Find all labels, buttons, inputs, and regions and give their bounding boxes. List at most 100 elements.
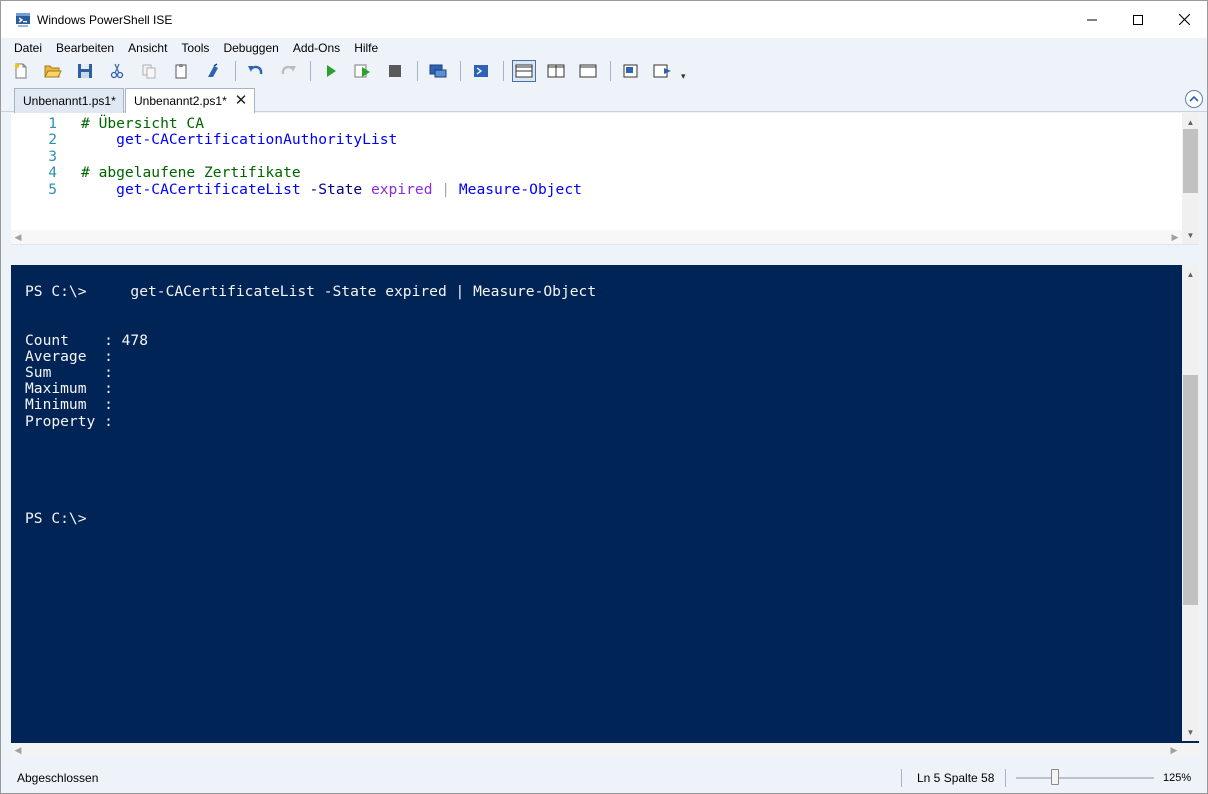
menu-datei[interactable]: Datei bbox=[7, 38, 49, 58]
status-state: Abgeschlossen bbox=[17, 771, 99, 785]
collapse-script-pane-button[interactable] bbox=[1185, 90, 1203, 108]
run-selection-icon bbox=[354, 64, 370, 78]
scroll-right-icon[interactable]: ▶ bbox=[1168, 230, 1182, 244]
console-output[interactable]: PS C:\> get-CACertificateList -State exp… bbox=[25, 283, 1175, 527]
cursor-position: Ln 5 Spalte 58 bbox=[917, 771, 995, 785]
minimize-button[interactable] bbox=[1069, 1, 1115, 38]
run-selection-button[interactable] bbox=[351, 60, 375, 82]
paste-icon bbox=[175, 64, 187, 79]
show-addon-button[interactable] bbox=[651, 60, 675, 82]
powershell-console-button[interactable] bbox=[469, 60, 493, 82]
pane-splitter[interactable] bbox=[11, 245, 1199, 265]
console-horizontal-scrollbar[interactable]: ◀ ▶ bbox=[11, 743, 1199, 757]
run-script-icon bbox=[327, 65, 336, 77]
code-token-cmd: get-CACertificationAuthorityList bbox=[116, 131, 398, 149]
close-icon bbox=[1178, 14, 1190, 25]
redo-icon bbox=[281, 65, 296, 75]
console-line: Property : bbox=[25, 412, 113, 430]
layout-max-button[interactable] bbox=[576, 60, 600, 82]
menu-hilfe[interactable]: Hilfe bbox=[347, 38, 385, 58]
close-window-button[interactable] bbox=[1161, 1, 1207, 38]
code-line[interactable]: 5 get-CACertificateList -State expired |… bbox=[11, 180, 1181, 198]
undo-icon bbox=[248, 65, 263, 75]
tab-unbenannt2[interactable]: Unbenannt2.ps1* ✕ bbox=[125, 88, 255, 113]
scroll-up-icon[interactable]: ▲ bbox=[1182, 115, 1199, 129]
script-code[interactable]: 1 # Übersicht CA 2 get-CACertificationAuth… bbox=[11, 115, 1181, 198]
stop-button[interactable] bbox=[383, 60, 407, 82]
menu-add-ons[interactable]: Add-Ons bbox=[286, 38, 347, 58]
code-token-cmd: get-CACertificateList bbox=[116, 180, 301, 198]
show-commands-button[interactable] bbox=[619, 60, 643, 82]
copy-button[interactable] bbox=[137, 60, 161, 82]
tab-label: Unbenannt1.ps1* bbox=[23, 94, 116, 108]
maximize-button[interactable] bbox=[1115, 1, 1161, 38]
code-line[interactable]: 3 bbox=[11, 148, 1181, 165]
powershell-ise-window: Windows PowerShell ISE Datei Bearbeiten … bbox=[0, 0, 1208, 794]
chevron-up-icon bbox=[1189, 95, 1199, 102]
scroll-right-icon[interactable]: ▶ bbox=[1167, 743, 1181, 757]
scroll-left-icon[interactable]: ◀ bbox=[11, 230, 25, 244]
tab-unbenannt1[interactable]: Unbenannt1.ps1* bbox=[14, 88, 124, 113]
menu-ansicht[interactable]: Ansicht bbox=[121, 38, 174, 58]
line-number: 4 bbox=[48, 164, 57, 182]
scroll-down-icon[interactable]: ▼ bbox=[1182, 228, 1199, 242]
new-file-icon bbox=[14, 63, 27, 79]
scroll-left-icon[interactable]: ◀ bbox=[11, 743, 25, 757]
menu-bearbeiten[interactable]: Bearbeiten bbox=[49, 38, 121, 58]
scroll-up-icon[interactable]: ▲ bbox=[1182, 267, 1199, 281]
toolbar-separator bbox=[460, 61, 461, 81]
code-line[interactable]: 1 # Übersicht CA bbox=[11, 115, 1181, 132]
script-vertical-scrollbar[interactable]: ▲ ▼ bbox=[1182, 113, 1199, 244]
scroll-down-icon[interactable]: ▼ bbox=[1182, 725, 1199, 739]
layout-right-icon bbox=[547, 64, 565, 78]
remote-powershell-button[interactable] bbox=[426, 60, 450, 82]
script-scroll-thumb[interactable] bbox=[1183, 129, 1198, 193]
code-line[interactable]: 2 get-CACertificationAuthorityList bbox=[11, 131, 1181, 149]
save-icon bbox=[78, 64, 92, 78]
console-scroll-thumb[interactable] bbox=[1183, 375, 1198, 605]
script-editor[interactable]: 1 # Übersicht CA 2 get-CACertificationAuth… bbox=[11, 113, 1199, 245]
remote-powershell-icon bbox=[429, 64, 447, 78]
zoom-slider-thumb[interactable] bbox=[1050, 769, 1059, 785]
open-file-button[interactable] bbox=[41, 60, 65, 82]
tab-close-icon[interactable]: ✕ bbox=[235, 93, 248, 108]
cut-button[interactable] bbox=[105, 60, 129, 82]
line-number: 1 bbox=[48, 115, 57, 132]
script-tab-strip: Unbenannt1.ps1* Unbenannt2.ps1* ✕ bbox=[1, 86, 1207, 113]
code-line[interactable]: 4 # abgelaufene Zertifikate bbox=[11, 164, 1181, 182]
layout-top-icon bbox=[515, 64, 533, 78]
window-title: Windows PowerShell ISE bbox=[37, 12, 173, 27]
toolbar-separator bbox=[310, 61, 311, 81]
menu-tools[interactable]: Tools bbox=[174, 38, 216, 58]
redo-button[interactable] bbox=[276, 60, 300, 82]
undo-button[interactable] bbox=[244, 60, 268, 82]
console-line: Average : bbox=[25, 347, 113, 365]
menu-debuggen[interactable]: Debuggen bbox=[216, 38, 285, 58]
new-file-button[interactable] bbox=[9, 60, 33, 82]
run-script-button[interactable] bbox=[319, 60, 343, 82]
paste-button[interactable] bbox=[169, 60, 193, 82]
console-vertical-scrollbar[interactable]: ▲ ▼ bbox=[1182, 265, 1199, 741]
toolbar-separator bbox=[610, 61, 611, 81]
console-pane[interactable]: PS C:\> get-CACertificateList -State exp… bbox=[11, 265, 1199, 757]
tab-label: Unbenannt2.ps1* bbox=[134, 94, 227, 108]
code-text: # Übersicht CA bbox=[57, 115, 204, 132]
toolbar-overflow-icon[interactable]: ▾ bbox=[681, 71, 686, 82]
toolbar-separator bbox=[235, 61, 236, 81]
layout-right-button[interactable] bbox=[544, 60, 568, 82]
save-button[interactable] bbox=[73, 60, 97, 82]
script-horizontal-scrollbar[interactable]: ◀ ▶ bbox=[11, 230, 1182, 244]
code-token-op: | bbox=[441, 180, 451, 198]
layout-top-button[interactable] bbox=[512, 60, 536, 82]
clear-console-button[interactable] bbox=[201, 60, 225, 82]
zoom-slider-track[interactable] bbox=[1016, 777, 1154, 779]
copy-icon bbox=[142, 64, 156, 79]
console-line: Minimum : bbox=[25, 396, 113, 414]
